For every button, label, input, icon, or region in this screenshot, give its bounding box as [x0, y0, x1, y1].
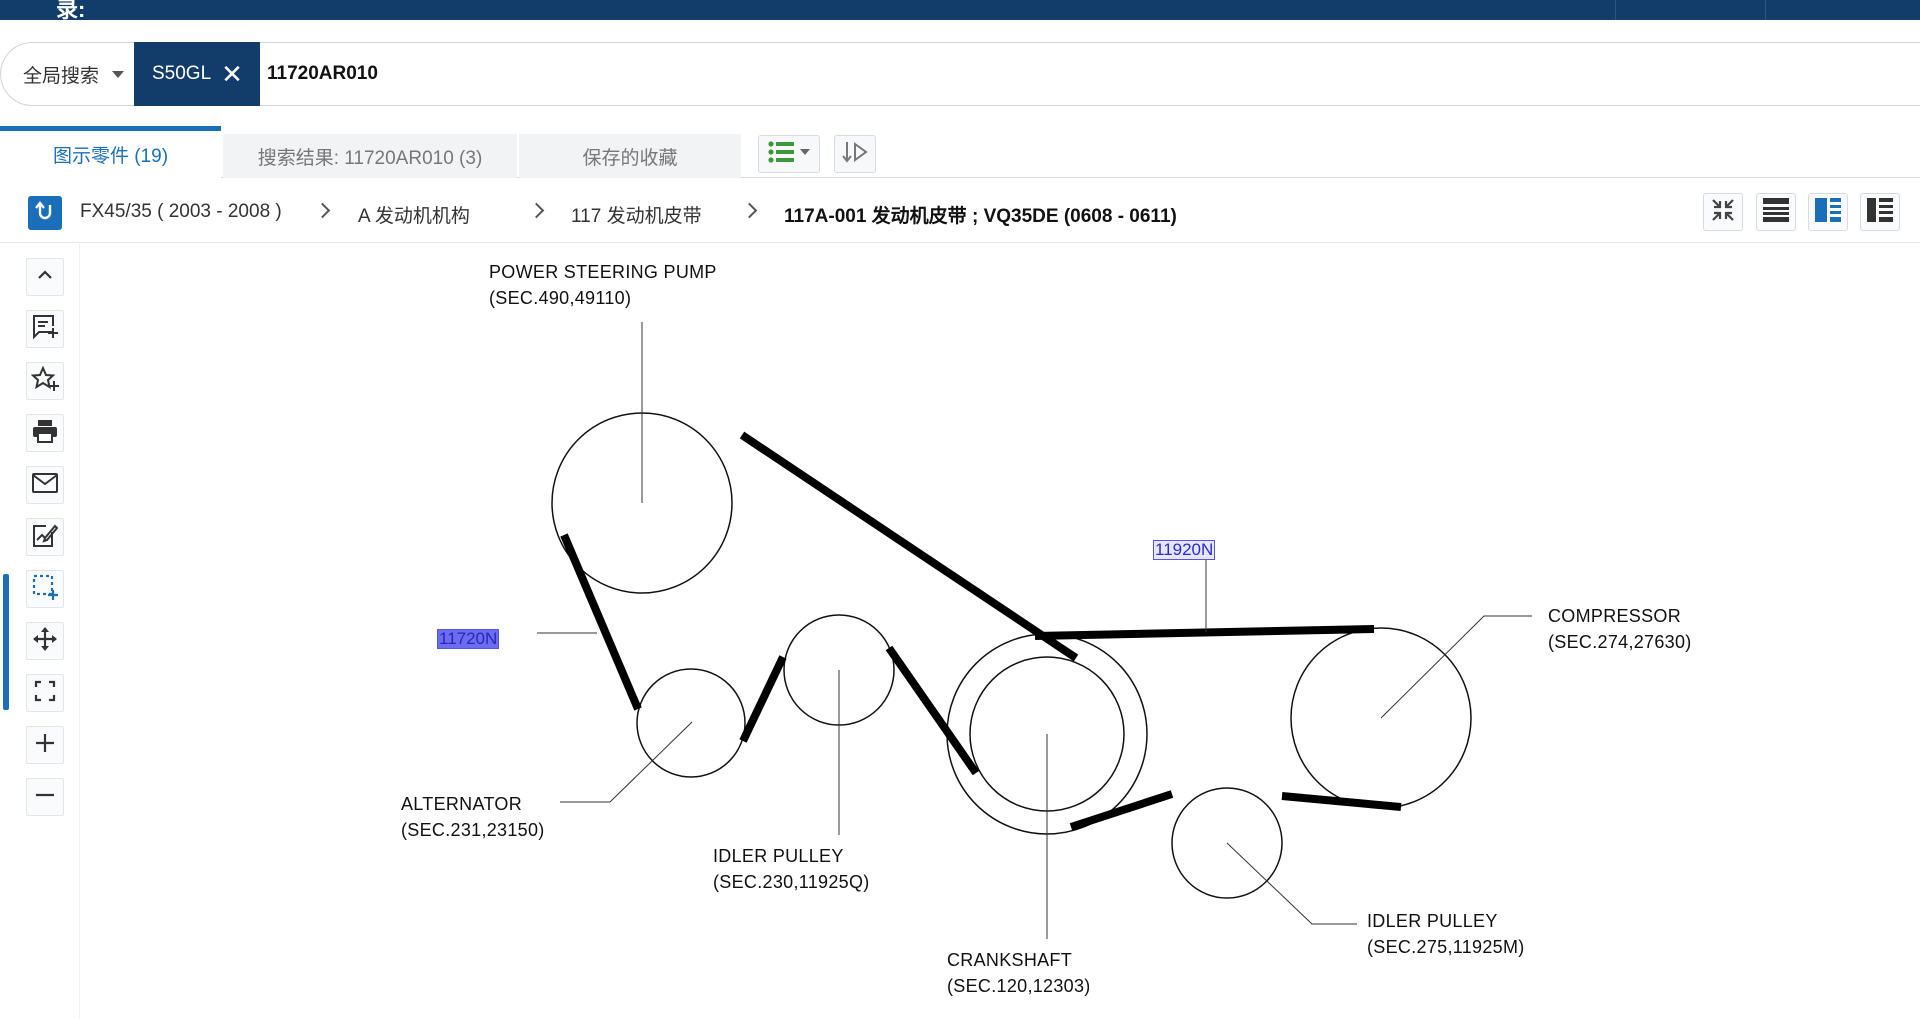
scroll-up-button[interactable] — [26, 258, 64, 296]
top-header-bar: 录: — [0, 0, 1920, 22]
crankshaft-label: CRANKSHAFT (SEC.120,12303) — [947, 947, 1091, 999]
sort-button[interactable] — [834, 135, 876, 173]
tab-search-results[interactable]: 搜索结果: 11720AR010 (3) — [223, 134, 517, 178]
chevron-right-icon — [314, 202, 331, 219]
vehicle-filter-chip: S50GL ✕ — [134, 42, 260, 106]
part-callout-11920N[interactable]: 11920N — [1153, 540, 1216, 560]
close-icon[interactable]: ✕ — [221, 61, 243, 87]
part-name: ALTERNATOR — [401, 794, 523, 814]
add-favorite-button[interactable] — [26, 362, 64, 400]
email-button[interactable] — [26, 466, 64, 504]
chevron-right-icon — [528, 202, 545, 219]
toolbar-active-indicator — [3, 574, 9, 710]
diagram-toolbar — [0, 244, 80, 1019]
search-scope-label: 全局搜索 — [23, 65, 100, 87]
list-view-button[interactable] — [1756, 193, 1796, 231]
part-section: (SEC.120,12303) — [947, 976, 1091, 996]
power-steering-label: POWER STEERING PUMP (SEC.490,49110) — [489, 259, 717, 311]
add-note-button[interactable] — [26, 310, 64, 348]
split-view-button[interactable] — [1808, 193, 1848, 231]
pan-icon — [32, 626, 58, 657]
print-button[interactable] — [26, 414, 64, 452]
zoom-in-icon — [34, 732, 56, 759]
part-section: (SEC.274,27630) — [1548, 632, 1692, 652]
drive-belt — [560, 431, 1402, 831]
dropdown-caret-icon — [112, 71, 124, 78]
tab-label: 搜索结果: 11720AR010 (3) — [257, 147, 483, 169]
part-name: IDLER PULLEY — [713, 846, 844, 866]
edit-image-button[interactable] — [26, 518, 64, 556]
chevron-right-icon — [741, 202, 758, 219]
breadcrumb-current: 117A-001 发动机皮带 ; VQ35DE (0608 - 0611) — [784, 206, 1177, 227]
tab-label: 图示零件 (19) — [52, 146, 169, 167]
chevron-up-icon — [35, 265, 55, 290]
side-panel-view-button[interactable] — [1860, 193, 1900, 231]
alternator-label: ALTERNATOR (SEC.231,23150) — [401, 791, 545, 843]
compressor-label: COMPRESSOR (SEC.274,27630) — [1548, 603, 1692, 655]
part-section: (SEC.275,11925M) — [1367, 937, 1525, 957]
breadcrumb-group[interactable]: A 发动机机构 — [358, 201, 470, 228]
list-icon — [767, 140, 811, 169]
idler-pulley-lower-label: IDLER PULLEY (SEC.275,11925M) — [1367, 908, 1525, 960]
fit-screen-button[interactable] — [26, 674, 64, 712]
part-name: IDLER PULLEY — [1367, 911, 1498, 931]
header-title: 录: — [56, 0, 86, 22]
list-view-icon — [1762, 197, 1790, 228]
add-note-icon — [31, 314, 59, 345]
breadcrumb-section[interactable]: 117 发动机皮带 — [571, 201, 702, 228]
part-name: COMPRESSOR — [1548, 606, 1682, 626]
back-button[interactable] — [28, 196, 62, 230]
collapse-view-button[interactable] — [1703, 193, 1743, 231]
zoom-in-button[interactable] — [26, 726, 64, 764]
vehicle-chip-label: S50GL — [152, 63, 212, 84]
part-section: (SEC.231,23150) — [401, 820, 545, 840]
tab-illustrated-parts[interactable]: 图示零件 (19) — [0, 126, 221, 178]
fit-screen-icon — [34, 680, 56, 707]
global-search-bar: 全局搜索 S50GL ✕ — [0, 42, 1920, 106]
select-area-button[interactable] — [26, 570, 64, 608]
select-area-icon — [32, 574, 58, 605]
pan-button[interactable] — [26, 622, 64, 660]
print-icon — [32, 419, 58, 448]
tab-label: 保存的收藏 — [582, 147, 678, 169]
side-panel-view-icon — [1866, 197, 1894, 228]
breadcrumb: FX45/35 ( 2003 - 2008 ) A 发动机机构 117 发动机皮… — [0, 179, 1920, 243]
split-view-icon — [1814, 197, 1842, 228]
search-input[interactable] — [267, 43, 1067, 105]
back-arrow-icon — [33, 199, 57, 228]
search-scope-dropdown[interactable]: 全局搜索 — [1, 43, 133, 105]
mail-icon — [32, 472, 58, 499]
sort-icon — [842, 140, 868, 169]
zoom-out-icon — [34, 784, 56, 811]
part-name: CRANKSHAFT — [947, 950, 1073, 970]
tab-bar: 图示零件 (19) 搜索结果: 11720AR010 (3) 保存的收藏 — [0, 126, 1920, 178]
parts-diagram: POWER STEERING PUMP (SEC.490,49110) ALTE… — [82, 244, 1920, 1019]
zoom-out-button[interactable] — [26, 778, 64, 816]
edit-image-icon — [32, 522, 59, 553]
part-section: (SEC.490,49110) — [489, 288, 632, 308]
list-options-button[interactable] — [758, 135, 820, 173]
breadcrumb-model[interactable]: FX45/35 ( 2003 - 2008 ) — [80, 201, 282, 223]
idler-pulley-upper-label: IDLER PULLEY (SEC.230,11925Q) — [713, 843, 870, 895]
part-callout-11720N[interactable]: 11720N — [437, 629, 500, 649]
header-divider — [1615, 0, 1616, 20]
tab-saved-favorites[interactable]: 保存的收藏 — [519, 134, 741, 178]
collapse-view-icon — [1710, 197, 1736, 228]
part-section: (SEC.230,11925Q) — [713, 872, 870, 892]
header-divider — [1765, 0, 1766, 20]
part-name: POWER STEERING PUMP — [489, 262, 717, 282]
add-favorite-icon — [30, 364, 59, 397]
